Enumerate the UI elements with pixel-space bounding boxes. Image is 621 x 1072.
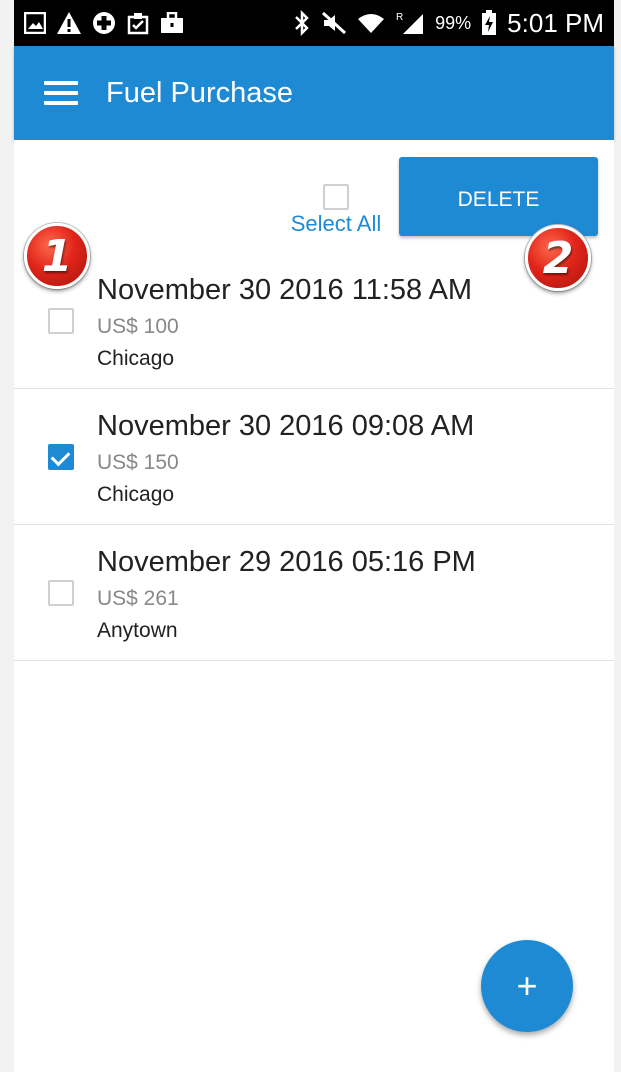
status-bar: R 99% 5:01 PM — [14, 0, 614, 46]
image-icon — [24, 12, 46, 34]
screen: R 99% 5:01 PM Fuel Purchase Select All D… — [0, 0, 621, 1072]
svg-text:R: R — [396, 12, 403, 23]
callout-badge-2: 2 — [525, 225, 591, 291]
briefcase-icon — [160, 12, 184, 34]
row-checkbox[interactable] — [48, 580, 74, 606]
wifi-icon — [357, 12, 385, 34]
row-checkbox[interactable] — [48, 308, 74, 334]
app-bar: Fuel Purchase — [14, 46, 614, 140]
purchase-row[interactable]: November 30 2016 09:08 AM US$ 150 Chicag… — [14, 388, 614, 525]
purchase-city: Chicago — [97, 347, 175, 370]
mute-icon — [321, 11, 347, 35]
purchase-city: Chicago — [97, 483, 175, 506]
select-all-checkbox[interactable] — [323, 184, 349, 210]
hamburger-menu-icon[interactable] — [44, 81, 78, 105]
purchase-city: Anytown — [97, 619, 178, 642]
purchase-list-screen: Select All DELETE November 30 2016 11:58… — [14, 140, 614, 1072]
battery-percent: 99% — [435, 12, 472, 33]
purchase-date: November 30 2016 09:08 AM — [97, 410, 475, 442]
select-all-label[interactable]: Select All — [276, 211, 396, 237]
purchase-row[interactable]: November 29 2016 05:16 PM US$ 261 Anytow… — [14, 524, 614, 661]
bluetooth-icon — [293, 10, 311, 36]
purchase-amount: US$ 261 — [97, 587, 179, 610]
purchase-date: November 30 2016 11:58 AM — [97, 274, 473, 306]
callout-badge-1: 1 — [24, 223, 90, 289]
checkmark-icon — [50, 446, 71, 467]
clock: 5:01 PM — [507, 7, 604, 38]
select-all-control[interactable]: Select All — [276, 184, 396, 237]
purchase-amount: US$ 100 — [97, 315, 179, 338]
add-purchase-button[interactable]: + — [481, 940, 573, 1032]
purchase-row[interactable]: November 30 2016 11:58 AM US$ 100 Chicag… — [14, 252, 614, 389]
signal-icon: R — [395, 11, 425, 35]
purchase-date: November 29 2016 05:16 PM — [97, 546, 476, 578]
frame-edge-left — [0, 0, 15, 1072]
row-checkbox[interactable] — [48, 444, 74, 470]
medical-icon — [92, 11, 116, 35]
clipboard-icon — [126, 11, 150, 35]
frame-edge-right — [613, 0, 621, 1072]
battery-charging-icon — [481, 10, 497, 36]
purchase-amount: US$ 150 — [97, 451, 179, 474]
warning-icon — [56, 11, 82, 35]
page-title: Fuel Purchase — [106, 76, 293, 109]
delete-button[interactable]: DELETE — [399, 157, 598, 236]
